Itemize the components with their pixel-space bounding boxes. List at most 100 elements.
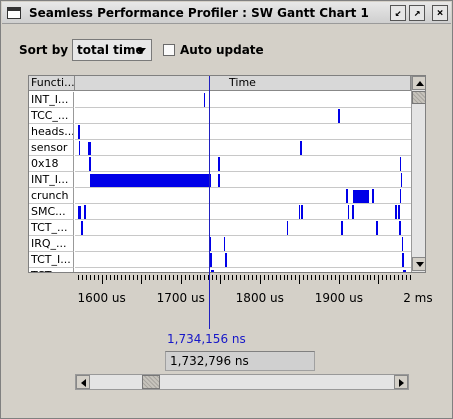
gantt-lane[interactable] <box>75 220 411 236</box>
scroll-up-button[interactable] <box>412 76 425 90</box>
row-label[interactable]: TCC_... <box>29 108 74 124</box>
gantt-bar[interactable] <box>84 205 86 219</box>
minor-tick <box>267 275 269 280</box>
time-cursor-extension[interactable] <box>208 271 210 329</box>
gantt-bar[interactable] <box>300 141 302 155</box>
gantt-bar[interactable] <box>353 190 370 203</box>
gantt-bar[interactable] <box>301 205 303 219</box>
gantt-bar[interactable] <box>78 206 81 219</box>
row-label[interactable]: SMC... <box>29 204 74 220</box>
scroll-left-button[interactable] <box>76 375 90 389</box>
gantt-bar[interactable] <box>402 253 404 267</box>
vertical-scroll-thumb[interactable] <box>412 91 425 104</box>
minimize-icon: ↙ <box>394 6 402 19</box>
gantt-lane[interactable] <box>75 92 411 108</box>
row-label[interactable]: sensor <box>29 140 74 156</box>
gantt-bar[interactable] <box>90 174 211 187</box>
gantt-bar[interactable] <box>341 221 343 235</box>
minor-tick <box>334 275 336 280</box>
gantt-bar[interactable] <box>81 221 83 235</box>
horizontal-scrollbar[interactable] <box>75 374 409 390</box>
time-cursor-line[interactable] <box>208 76 210 272</box>
row-label[interactable]: crunch <box>29 188 74 204</box>
gantt-lane[interactable] <box>75 124 411 140</box>
row-label[interactable]: IRQ_... <box>29 236 74 252</box>
gantt-lane[interactable] <box>75 140 411 156</box>
horizontal-scroll-thumb[interactable] <box>142 375 161 389</box>
gantt-bar[interactable] <box>78 141 81 155</box>
minor-tick <box>216 275 218 280</box>
row-label[interactable]: TCT_I... <box>29 252 74 268</box>
gantt-lane[interactable] <box>75 156 411 172</box>
gantt-bar[interactable] <box>210 253 212 267</box>
gantt-bar[interactable] <box>403 270 407 272</box>
minor-tick <box>212 275 214 280</box>
row-label[interactable]: heads... <box>29 124 74 140</box>
column-header-time[interactable]: Time <box>75 76 411 91</box>
minor-tick <box>81 275 83 280</box>
gantt-lane[interactable] <box>75 188 411 204</box>
gantt-lane[interactable] <box>75 252 411 268</box>
auto-update-checkbox[interactable] <box>163 44 175 56</box>
chevron-down-icon <box>136 48 146 54</box>
gantt-bar[interactable] <box>89 157 91 171</box>
gantt-chart[interactable]: Functi... Time INT_I... TCC_... heads... se… <box>28 75 426 273</box>
gantt-bar[interactable] <box>395 205 397 219</box>
gantt-bar[interactable] <box>223 237 226 251</box>
minor-tick <box>394 275 396 280</box>
gantt-bar[interactable] <box>352 205 354 219</box>
gantt-bar[interactable] <box>338 109 340 123</box>
minor-tick <box>85 275 87 280</box>
gantt-bar[interactable] <box>218 157 220 171</box>
vertical-scrollbar[interactable] <box>411 76 425 272</box>
gantt-lane[interactable] <box>75 236 411 252</box>
gantt-bar[interactable] <box>372 189 374 203</box>
gantt-bar[interactable] <box>298 205 301 219</box>
column-header-function[interactable]: Functi... <box>29 76 75 91</box>
gantt-bar[interactable] <box>401 237 403 251</box>
gantt-bar[interactable] <box>225 253 227 267</box>
gantt-bar[interactable] <box>218 174 221 187</box>
gantt-bar[interactable] <box>203 93 206 107</box>
gantt-lane[interactable] <box>75 108 411 124</box>
minor-tick <box>125 275 127 280</box>
row-label[interactable]: INT_I... <box>29 92 74 108</box>
gantt-bar[interactable] <box>78 125 80 139</box>
scroll-right-button[interactable] <box>394 375 408 389</box>
row-label[interactable]: INT_I... <box>29 172 74 188</box>
minor-tick <box>224 275 226 280</box>
gantt-bar[interactable] <box>88 142 91 155</box>
minor-tick <box>251 275 253 280</box>
title-bar[interactable]: Seamless Performance Profiler : SW Gantt… <box>2 2 451 24</box>
gantt-bar[interactable] <box>399 189 402 203</box>
gantt-bar[interactable] <box>400 173 403 187</box>
gantt-bar[interactable] <box>347 205 350 219</box>
maximize-button[interactable]: ↗ <box>409 5 425 21</box>
gantt-lane[interactable] <box>75 172 411 188</box>
window-title: Seamless Performance Profiler : SW Gantt… <box>29 6 369 20</box>
sort-by-dropdown[interactable]: total time <box>72 39 152 61</box>
gantt-lane[interactable] <box>75 204 411 220</box>
minor-tick <box>232 275 234 280</box>
minor-tick <box>196 275 198 280</box>
gantt-bar[interactable] <box>286 221 289 235</box>
gantt-bar[interactable] <box>398 205 400 219</box>
row-label[interactable]: TCT... <box>29 268 74 272</box>
gantt-bar[interactable] <box>346 189 348 203</box>
minimize-button[interactable]: ↙ <box>390 5 406 21</box>
minor-tick <box>236 275 238 280</box>
gantt-bar[interactable] <box>210 270 215 272</box>
scroll-down-button[interactable] <box>412 257 425 271</box>
minor-tick <box>204 275 206 280</box>
gantt-bar[interactable] <box>399 157 402 171</box>
gantt-bar[interactable] <box>399 221 401 235</box>
minor-tick <box>350 275 352 280</box>
minor-tick <box>326 275 328 280</box>
close-button[interactable]: × <box>432 5 448 21</box>
minor-tick <box>366 275 368 280</box>
gantt-bar[interactable] <box>376 221 378 235</box>
row-label[interactable]: TCT_... <box>29 220 74 236</box>
auto-update-label[interactable]: Auto update <box>180 43 264 57</box>
gantt-lane[interactable] <box>75 268 411 272</box>
row-label[interactable]: 0x18 <box>29 156 74 172</box>
